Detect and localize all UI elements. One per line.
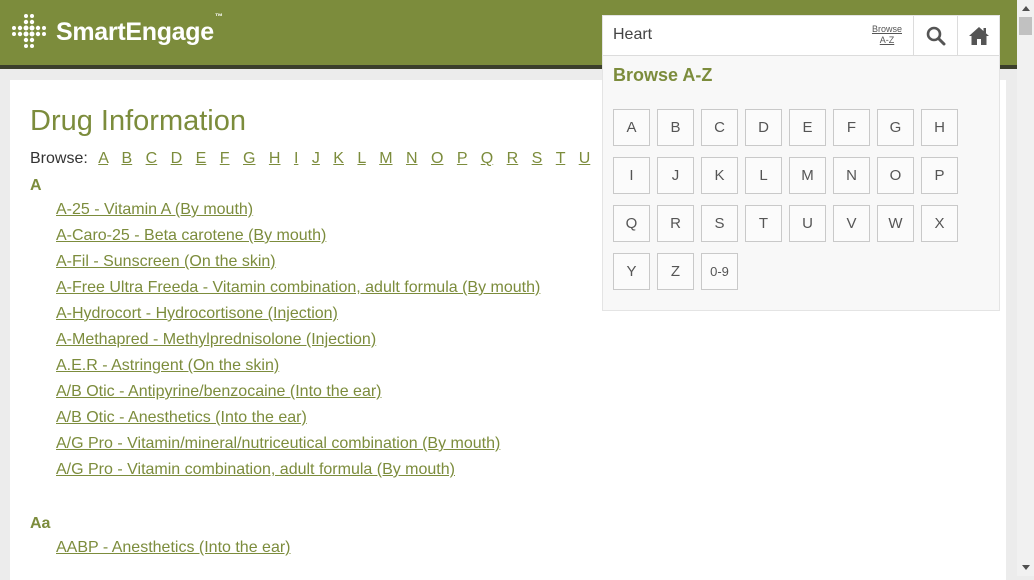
az-numeric-button[interactable]: 0-9 [701,253,738,290]
browse-az-link-line2: A-Z [879,35,895,45]
az-letter-button[interactable]: A [613,109,650,146]
browse-letter-link[interactable]: P [457,150,467,167]
search-bar: Browse A-Z [603,16,999,56]
home-icon [969,26,989,45]
browse-letter-link[interactable]: I [294,150,298,167]
list-item: A-Fil - Sunscreen (On the skin) [56,253,540,279]
browse-az-link[interactable]: Browse A-Z [869,24,905,46]
drug-link[interactable]: A-25 - Vitamin A (By mouth) [56,201,253,218]
scrollbar-thumb[interactable] [1019,17,1032,35]
browse-label: Browse: [30,150,88,167]
list-item: A-25 - Vitamin A (By mouth) [56,201,540,227]
page-title: Drug Information [30,105,246,137]
az-letter-button[interactable]: U [789,205,826,242]
list-item: A-Methapred - Methylprednisolone (Inject… [56,331,540,357]
browse-letter-link[interactable]: M [379,150,392,167]
drug-link[interactable]: A-Fil - Sunscreen (On the skin) [56,253,276,270]
drug-link[interactable]: A-Methapred - Methylprednisolone (Inject… [56,331,376,348]
list-item: A/B Otic - Anesthetics (Into the ear) [56,409,540,435]
list-item: A/G Pro - Vitamin combination, adult for… [56,461,540,487]
browse-letter-link[interactable]: K [333,150,344,167]
az-letter-button[interactable]: X [921,205,958,242]
scroll-down-arrow-icon[interactable] [1017,559,1034,576]
az-letter-button[interactable]: P [921,157,958,194]
search-browse-dropdown: Browse A-Z Browse A-Z A B C D E F G H I … [602,15,1000,311]
browse-letter-link[interactable]: F [220,150,230,167]
scroll-up-arrow-icon[interactable] [1017,0,1034,17]
az-letter-button[interactable]: C [701,109,738,146]
az-letter-button[interactable]: J [657,157,694,194]
az-letter-button[interactable]: K [701,157,738,194]
az-letter-grid: A B C D E F G H I J K L M N O P Q R S T … [613,109,973,290]
list-item: A-Hydrocort - Hydrocortisone (Injection) [56,305,540,331]
browse-letter-link[interactable]: A [98,150,108,167]
logo-cross-icon [10,12,50,52]
browse-letter-link[interactable]: N [406,150,418,167]
section-heading-a: A [30,177,42,194]
drug-link[interactable]: A-Hydrocort - Hydrocortisone (Injection) [56,305,338,322]
browse-letter-link[interactable]: E [196,150,207,167]
browse-letter-link[interactable]: U [579,150,591,167]
browse-letter-link[interactable]: G [243,150,255,167]
az-letter-button[interactable]: V [833,205,870,242]
az-letter-button[interactable]: I [613,157,650,194]
browse-letter-link[interactable]: J [312,150,320,167]
browse-letter-link[interactable]: S [532,150,543,167]
browse-letter-link[interactable]: C [146,150,158,167]
browse-letter-link[interactable]: D [171,150,183,167]
drug-list-aa: AABP - Anesthetics (Into the ear) [56,539,291,565]
az-letter-button[interactable]: W [877,205,914,242]
az-letter-button[interactable]: E [789,109,826,146]
az-letter-button[interactable]: Z [657,253,694,290]
browse-letter-nav: Browse: A B C D E F G H I J K L M N O P … [30,150,590,168]
list-item: A/G Pro - Vitamin/mineral/nutriceutical … [56,435,540,461]
drug-link[interactable]: AABP - Anesthetics (Into the ear) [56,539,291,556]
az-letter-button[interactable]: N [833,157,870,194]
browse-letter-link[interactable]: T [556,150,565,167]
drug-link[interactable]: A-Free Ultra Freeda - Vitamin combinatio… [56,279,540,296]
az-letter-button[interactable]: T [745,205,782,242]
browse-letter-link[interactable]: H [269,150,281,167]
drug-link[interactable]: A/G Pro - Vitamin combination, adult for… [56,461,455,478]
az-letter-button[interactable]: B [657,109,694,146]
az-letter-button[interactable]: G [877,109,914,146]
az-letter-button[interactable]: L [745,157,782,194]
az-letter-button[interactable]: O [877,157,914,194]
browse-letter-link[interactable]: B [122,150,133,167]
list-item: A-Caro-25 - Beta carotene (By mouth) [56,227,540,253]
az-letter-button[interactable]: F [833,109,870,146]
az-letter-button[interactable]: S [701,205,738,242]
browse-letter-link[interactable]: Q [481,150,493,167]
browse-az-link-line1: Browse [871,24,902,34]
browse-az-title: Browse A-Z [613,65,713,85]
browse-letter-link[interactable]: R [507,150,519,167]
az-letter-button[interactable]: M [789,157,826,194]
browse-letter-link[interactable]: L [357,150,365,167]
logo[interactable]: SmartEngage™ [10,12,223,52]
az-letter-button[interactable]: Y [613,253,650,290]
drug-link[interactable]: A-Caro-25 - Beta carotene (By mouth) [56,227,326,244]
home-button[interactable] [957,16,1000,55]
list-item: AABP - Anesthetics (Into the ear) [56,539,291,565]
search-button[interactable] [913,16,958,55]
search-input[interactable] [603,16,878,54]
az-letter-button[interactable]: R [657,205,694,242]
brand-name: SmartEngage™ [56,11,223,46]
az-letter-button[interactable]: Q [613,205,650,242]
search-icon [926,26,946,45]
list-item: A.E.R - Astringent (On the skin) [56,357,540,383]
drug-link[interactable]: A/B Otic - Anesthetics (Into the ear) [56,409,307,426]
az-letter-button[interactable]: H [921,109,958,146]
section-heading-aa: Aa [30,515,51,532]
drug-link[interactable]: A/B Otic - Antipyrine/benzocaine (Into t… [56,383,382,400]
drug-link[interactable]: A.E.R - Astringent (On the skin) [56,357,279,374]
browse-letter-link[interactable]: O [431,150,443,167]
drug-link[interactable]: A/G Pro - Vitamin/mineral/nutriceutical … [56,435,500,452]
list-item: A/B Otic - Antipyrine/benzocaine (Into t… [56,383,540,409]
vertical-scrollbar[interactable] [1017,0,1034,576]
list-item: A-Free Ultra Freeda - Vitamin combinatio… [56,279,540,305]
az-letter-button[interactable]: D [745,109,782,146]
drug-list-a: A-25 - Vitamin A (By mouth) A-Caro-25 - … [56,201,540,487]
